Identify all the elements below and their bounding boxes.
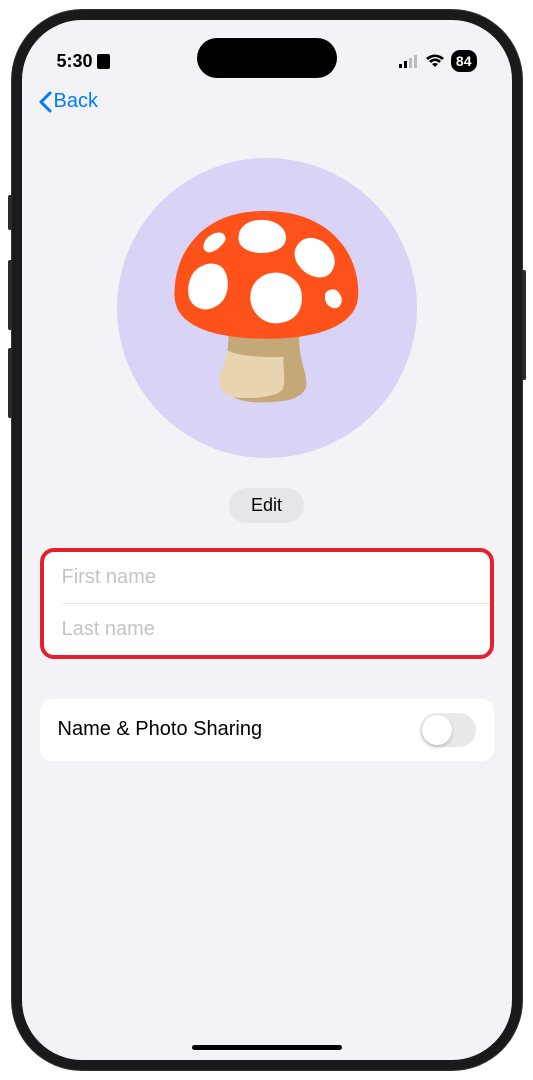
toggle-knob	[422, 715, 452, 745]
chevron-left-icon	[38, 91, 52, 113]
wifi-icon	[425, 54, 445, 68]
battery-percent: 84	[456, 53, 472, 69]
avatar[interactable]: 🍄	[117, 158, 417, 458]
avatar-section: 🍄 Edit	[40, 158, 494, 523]
back-button[interactable]: Back	[38, 90, 98, 113]
status-time: 5:30	[57, 51, 93, 72]
edit-button[interactable]: Edit	[229, 488, 304, 523]
last-name-field[interactable]	[44, 604, 490, 655]
cellular-signal-icon	[399, 54, 419, 68]
name-input-group	[40, 548, 494, 659]
volume-up-button	[8, 260, 12, 330]
status-left: 5:30	[57, 51, 110, 72]
sharing-toggle[interactable]	[420, 713, 476, 747]
sharing-label: Name & Photo Sharing	[58, 718, 263, 741]
sharing-setting-row: Name & Photo Sharing	[40, 699, 494, 761]
phone-side-buttons-left	[8, 195, 12, 436]
battery-indicator: 84	[451, 50, 477, 72]
phone-frame: 5:30	[12, 10, 522, 1070]
first-name-field[interactable]	[44, 552, 490, 603]
content-area: 🍄 Edit Name & Photo Sharing	[22, 128, 512, 781]
back-label: Back	[54, 90, 98, 113]
mute-switch	[8, 195, 12, 230]
screen: 5:30	[22, 20, 512, 1060]
volume-down-button	[8, 348, 12, 418]
mushroom-icon: 🍄	[158, 220, 376, 395]
contact-card-icon	[97, 54, 110, 69]
power-button	[522, 270, 526, 380]
phone-side-buttons-right	[522, 270, 526, 380]
status-right: 84	[399, 50, 477, 72]
nav-bar: Back	[22, 80, 512, 128]
home-indicator[interactable]	[192, 1045, 342, 1050]
dynamic-island	[197, 38, 337, 78]
